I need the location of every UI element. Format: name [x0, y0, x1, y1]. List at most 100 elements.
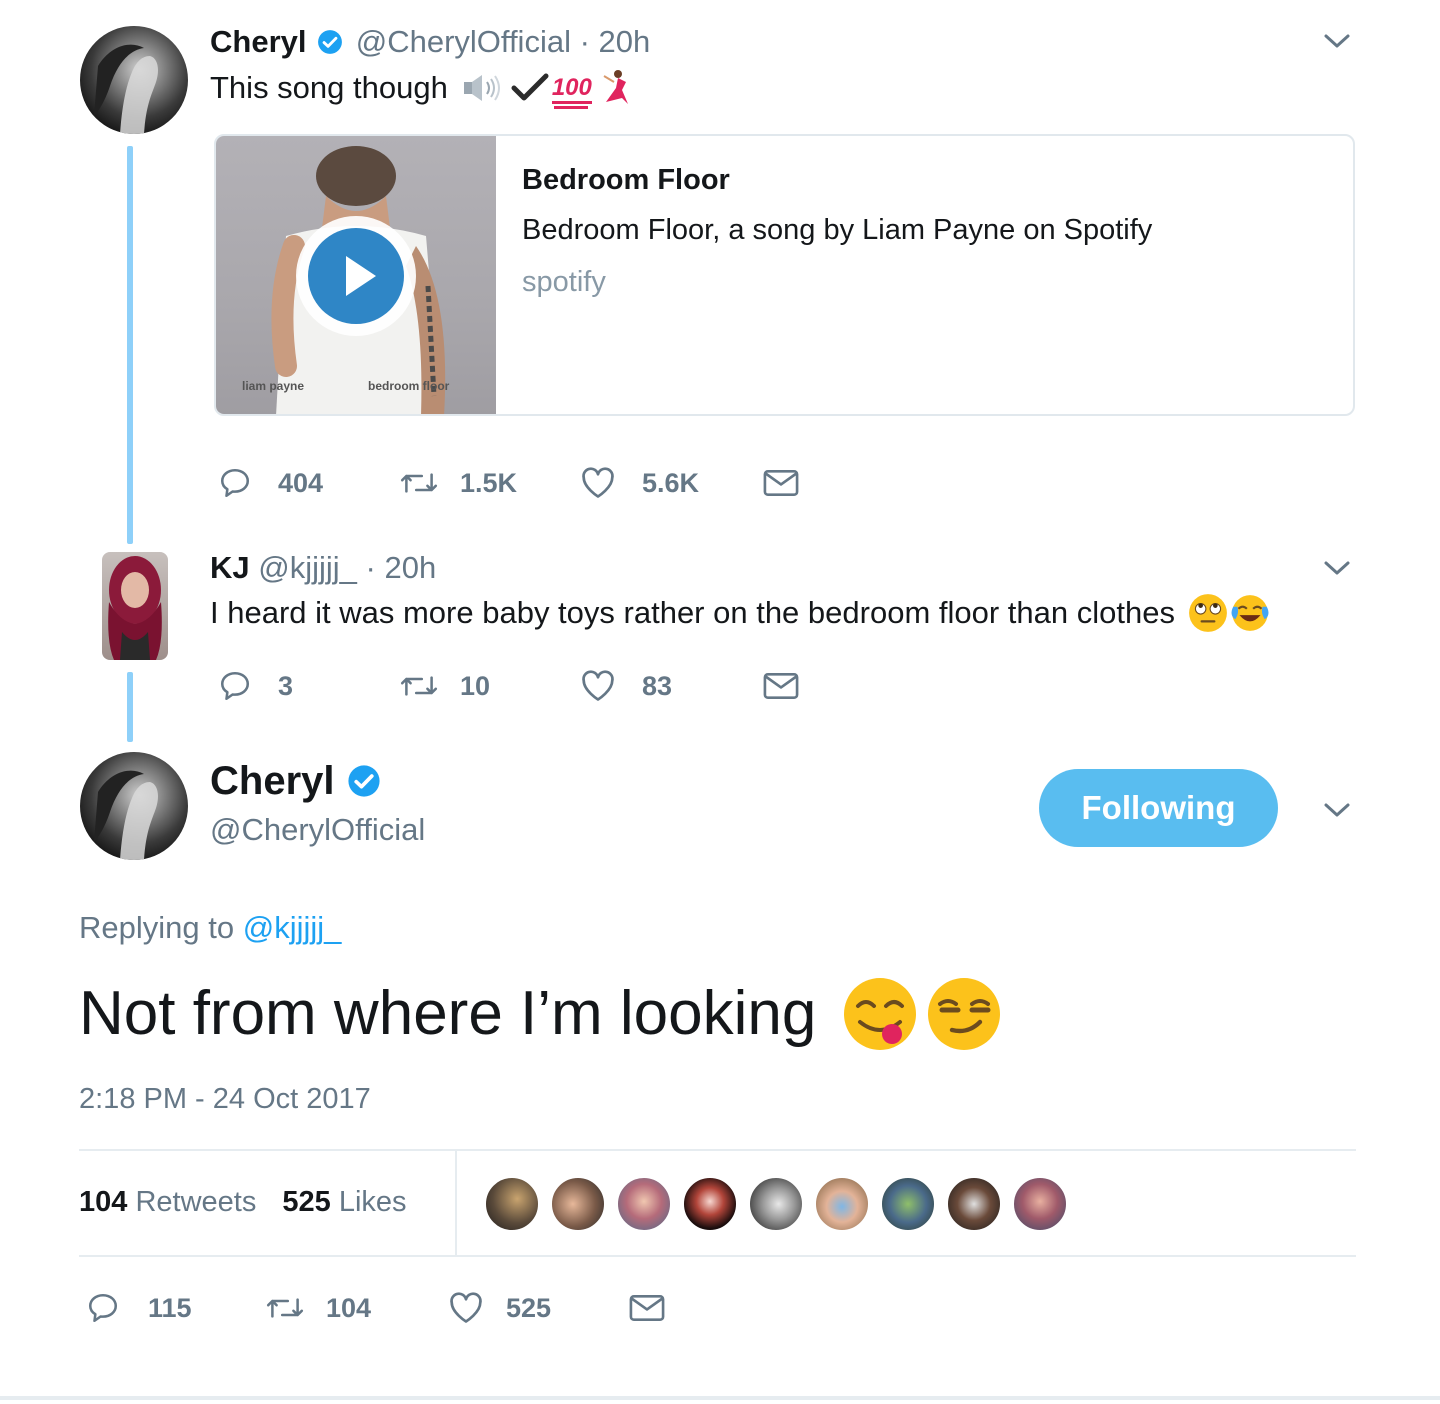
like-action[interactable]: 83 [580, 669, 762, 703]
check-icon [511, 73, 549, 101]
retweets-stat[interactable]: 104 Retweets [79, 1186, 264, 1218]
page-bottom-border [0, 1396, 1440, 1400]
thread-line-2 [127, 672, 133, 742]
direct-message-action[interactable] [762, 671, 800, 701]
like-action[interactable]: 525 [448, 1291, 628, 1325]
avatar-cheryl[interactable] [80, 26, 188, 134]
like-count: 5.6K [642, 467, 700, 498]
author-name[interactable]: Cheryl [210, 758, 335, 804]
tweet-text: This song though [210, 70, 448, 105]
retweets-count: 104 [79, 1186, 128, 1218]
avatar[interactable] [484, 1176, 540, 1232]
stats-vertical-divider [455, 1151, 457, 1255]
replying-to: Replying to @kjjjjj_ [79, 908, 341, 948]
tweet-text: I heard it was more baby toys rather on … [210, 595, 1175, 630]
tweet-time[interactable]: · 20h [366, 550, 437, 585]
reply-count: 404 [278, 467, 324, 498]
thumb-artist-text: liam payne [242, 379, 305, 393]
direct-message-icon [763, 469, 799, 497]
retweet-action[interactable]: 10 [398, 669, 580, 703]
avatar[interactable] [748, 1176, 804, 1232]
direct-message-icon [629, 1294, 665, 1322]
link-card[interactable]: liam payne bedroom floor Bedroom Floor B… [214, 134, 1355, 416]
author-name[interactable]: KJ [210, 550, 250, 585]
tweet-1-actions: 404 1.5K 5.6K [218, 463, 800, 503]
tweet-1-header: Cheryl @CherylOfficial · 20h [210, 22, 650, 62]
card-title[interactable]: Bedroom Floor [522, 164, 730, 197]
face-with-tears-of-joy-icon [1231, 595, 1269, 631]
avatar[interactable] [1012, 1176, 1068, 1232]
main-author-row: Cheryl [210, 758, 381, 804]
avatar-cheryl-main[interactable] [80, 752, 188, 860]
avatar[interactable] [550, 1176, 606, 1232]
author-handle[interactable]: @CherylOfficial [356, 24, 571, 59]
likes-label: Likes [338, 1186, 407, 1218]
hundred-points-text: 100 [551, 74, 592, 101]
avatar[interactable] [616, 1176, 672, 1232]
retweet-action[interactable]: 1.5K [398, 466, 580, 500]
tweet-2-actions: 3 10 83 [218, 666, 800, 706]
retweets-label: Retweets [135, 1186, 257, 1218]
following-button[interactable]: Following [1039, 769, 1278, 847]
retweet-count: 10 [460, 670, 491, 701]
author-name[interactable]: Cheryl [210, 24, 306, 59]
retweet-action[interactable]: 104 [264, 1291, 448, 1325]
reply-action[interactable]: 3 [218, 669, 398, 703]
tweet-time[interactable]: · 20h [580, 24, 651, 59]
play-icon[interactable] [306, 226, 406, 326]
card-domain[interactable]: spotify [522, 266, 606, 299]
chevron-down-icon[interactable] [1322, 799, 1352, 821]
avatar-kj[interactable] [102, 552, 168, 660]
like-icon [582, 670, 614, 701]
hundred-points-icon: 100 [551, 74, 592, 109]
like-action[interactable]: 5.6K [580, 466, 762, 500]
like-count: 525 [506, 1292, 552, 1323]
direct-message-action[interactable] [762, 468, 800, 498]
author-handle[interactable]: @kjjjjj_ [258, 550, 357, 585]
main-tweet-text-row: Not from where I’m looking [79, 972, 1004, 1056]
tweet-text: Not from where I’m looking [79, 979, 817, 1048]
face-savoring-food-icon [844, 978, 917, 1050]
speaker-icon [463, 75, 500, 101]
reply-count: 115 [148, 1292, 192, 1323]
likes-stat[interactable]: 525 Likes [282, 1186, 406, 1218]
thread-line [127, 146, 133, 544]
avatar[interactable] [682, 1176, 738, 1232]
avatar[interactable] [814, 1176, 870, 1232]
thumb-title-text: bedroom floor [368, 379, 450, 393]
retweet-icon [266, 1298, 304, 1318]
tweet-timestamp[interactable]: 2:18 PM - 24 Oct 2017 [79, 1080, 371, 1118]
stats-divider-top [79, 1149, 1356, 1151]
reply-count: 3 [278, 670, 294, 701]
direct-message-action[interactable] [628, 1293, 666, 1323]
direct-message-icon [763, 672, 799, 700]
stats-divider-bottom [79, 1255, 1356, 1257]
face-with-rolling-eyes-icon [1189, 594, 1227, 632]
reply-icon [88, 1293, 118, 1323]
tweet-2-text-row: I heard it was more baby toys rather on … [210, 592, 1271, 634]
author-handle[interactable]: @CherylOfficial [210, 810, 425, 850]
card-thumbnail[interactable]: liam payne bedroom floor [216, 136, 496, 414]
main-tweet-actions: 115 104 525 [86, 1288, 666, 1328]
dancer-icon [603, 70, 628, 104]
tweet-1-text-row: This song though 100 [210, 68, 634, 109]
reply-action[interactable]: 404 [218, 466, 398, 500]
engagement-stats: 104 Retweets 525 Likes [79, 1182, 407, 1222]
chevron-down-icon[interactable] [1322, 30, 1352, 52]
reply-icon [220, 468, 250, 498]
tweet-2-header: KJ @kjjjjj_ · 20h [210, 548, 436, 588]
liker-avatars [484, 1176, 1074, 1232]
verified-badge-icon [347, 765, 380, 797]
verified-badge-icon [318, 29, 343, 54]
retweet-count: 1.5K [460, 467, 518, 498]
retweet-icon [400, 473, 438, 493]
avatar[interactable] [946, 1176, 1002, 1232]
likes-count: 525 [282, 1186, 331, 1218]
replying-to-handle[interactable]: @kjjjjj_ [243, 910, 342, 945]
reply-icon [220, 671, 250, 701]
reply-action[interactable]: 115 [86, 1291, 264, 1325]
retweet-count: 104 [326, 1292, 372, 1323]
chevron-down-icon[interactable] [1322, 557, 1352, 579]
replying-to-label: Replying to [79, 910, 235, 945]
avatar[interactable] [880, 1176, 936, 1232]
